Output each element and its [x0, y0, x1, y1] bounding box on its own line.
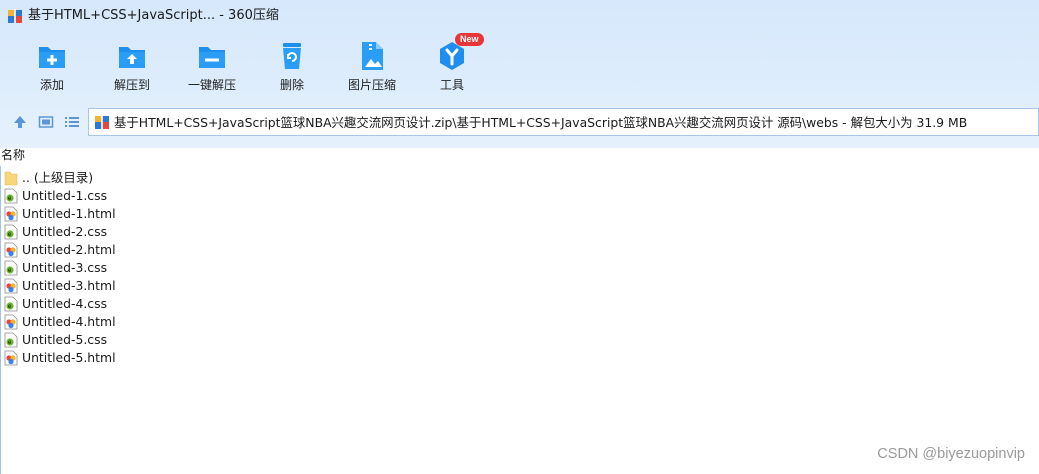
svg-text:e: e	[8, 303, 12, 310]
delete-icon	[283, 43, 301, 69]
file-name: Untitled-1.html	[22, 206, 116, 221]
file-name: Untitled-5.html	[22, 350, 116, 365]
one-click-extract-icon	[199, 47, 225, 68]
extract-to-icon	[119, 47, 145, 68]
window-title: 基于HTML+CSS+JavaScript... - 360压缩	[28, 8, 279, 23]
list-item[interactable]: .. (上级目录)	[0, 169, 600, 187]
file-list: .. (上级目录) e Untitled-1.css Untitled-1.ht…	[0, 169, 600, 367]
list-item[interactable]: e Untitled-5.css	[0, 331, 600, 349]
css-file-icon: e	[4, 188, 18, 204]
list-item[interactable]: Untitled-1.html	[0, 205, 600, 223]
new-badge: New	[455, 33, 484, 46]
image-compress-button[interactable]: 图片压缩	[332, 40, 412, 100]
image-compress-label: 图片压缩	[347, 78, 396, 92]
list-view-icon[interactable]	[64, 114, 80, 130]
file-name: Untitled-3.html	[22, 278, 116, 293]
file-name: Untitled-1.css	[22, 188, 108, 203]
one-click-extract-label: 一键解压	[187, 78, 236, 92]
add-button[interactable]: 添加	[12, 40, 92, 100]
html-file-icon	[4, 206, 18, 222]
html-file-icon	[4, 350, 18, 366]
file-name: Untitled-2.html	[22, 242, 116, 257]
list-item[interactable]: e Untitled-4.css	[0, 295, 600, 313]
svg-text:e: e	[8, 231, 12, 238]
app-logo-icon	[8, 9, 22, 23]
list-item[interactable]: e Untitled-1.css	[0, 187, 600, 205]
list-item[interactable]: Untitled-4.html	[0, 313, 600, 331]
image-compress-icon	[362, 42, 383, 70]
delete-label: 删除	[279, 78, 304, 92]
tools-label: 工具	[439, 78, 464, 92]
thumbnail-view-icon[interactable]	[38, 114, 54, 130]
css-file-icon: e	[4, 332, 18, 348]
list-item[interactable]: Untitled-5.html	[0, 349, 600, 367]
add-label: 添加	[39, 78, 64, 92]
archive-icon	[95, 115, 109, 129]
file-name: Untitled-5.css	[22, 332, 108, 347]
css-file-icon: e	[4, 296, 18, 312]
add-file-icon	[39, 47, 65, 68]
folder-icon	[4, 171, 18, 186]
svg-text:e: e	[8, 195, 12, 202]
css-file-icon: e	[4, 260, 18, 276]
toolbar-area: 基于HTML+CSS+JavaScript... - 360压缩 添加 解压到 …	[0, 0, 1039, 148]
list-item[interactable]: Untitled-3.html	[0, 277, 600, 295]
file-name: Untitled-2.css	[22, 224, 108, 239]
file-name: Untitled-4.html	[22, 314, 116, 329]
column-header-name[interactable]: 名称	[0, 148, 1039, 166]
html-file-icon	[4, 314, 18, 330]
watermark: CSDN @biyezuopinvip	[877, 446, 1025, 462]
list-item[interactable]: Untitled-2.html	[0, 241, 600, 259]
svg-text:e: e	[8, 339, 12, 346]
delete-button[interactable]: 删除	[252, 40, 332, 100]
html-file-icon	[4, 278, 18, 294]
list-item[interactable]: e Untitled-3.css	[0, 259, 600, 277]
tools-button[interactable]: 工具	[412, 40, 492, 100]
css-file-icon: e	[4, 224, 18, 240]
file-name: .. (上级目录)	[22, 170, 94, 185]
address-path: 基于HTML+CSS+JavaScript篮球NBA兴趣交流网页设计.zip\基…	[114, 115, 968, 130]
list-item[interactable]: e Untitled-2.css	[0, 223, 600, 241]
file-name: Untitled-3.css	[22, 260, 108, 275]
title-bar: 基于HTML+CSS+JavaScript... - 360压缩	[0, 0, 1039, 34]
one-click-extract-button[interactable]: 一键解压	[172, 40, 252, 100]
extract-to-button[interactable]: 解压到	[92, 40, 172, 100]
column-header-label: 名称	[1, 148, 26, 162]
svg-text:e: e	[8, 267, 12, 274]
up-arrow-icon[interactable]	[12, 114, 28, 130]
html-file-icon	[4, 242, 18, 258]
file-name: Untitled-4.css	[22, 296, 108, 311]
address-bar[interactable]: 基于HTML+CSS+JavaScript篮球NBA兴趣交流网页设计.zip\基…	[88, 108, 1039, 136]
extract-to-label: 解压到	[113, 78, 150, 92]
